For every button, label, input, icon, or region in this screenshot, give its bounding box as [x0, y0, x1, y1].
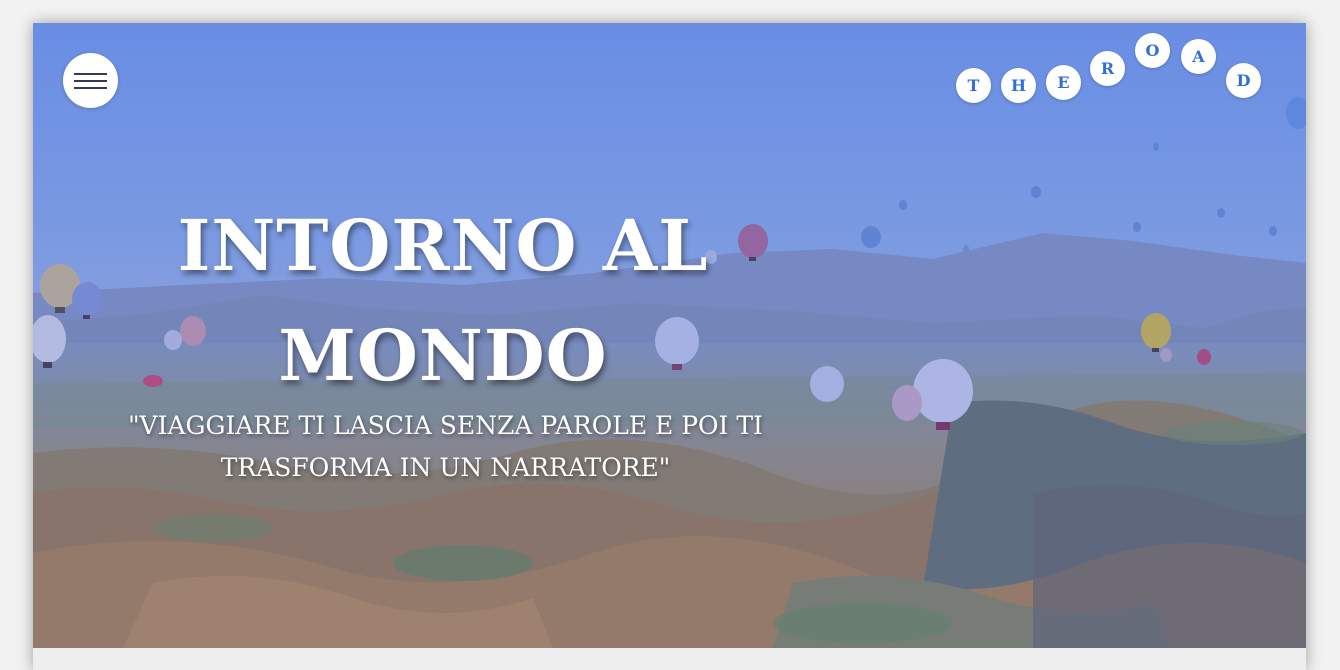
- logo-letter: R: [1090, 51, 1125, 86]
- page-frame: T H E R O A D INTORNO AL MONDO "VIAGGIAR…: [33, 23, 1306, 670]
- logo-letter: O: [1135, 33, 1170, 68]
- hero-quote: "VIAGGIARE TI LASCIA SENZA PAROLE E POI …: [128, 411, 763, 482]
- hero-section: T H E R O A D INTORNO AL MONDO "VIAGGIAR…: [33, 23, 1306, 648]
- logo-letter: H: [1001, 68, 1036, 103]
- logo-letter: E: [1046, 65, 1081, 100]
- logo-letter: D: [1226, 63, 1261, 98]
- hamburger-menu-icon: [74, 87, 107, 89]
- logo-letter: A: [1181, 39, 1216, 74]
- logo-letter: T: [956, 68, 991, 103]
- hero-title: INTORNO AL MONDO: [177, 204, 709, 397]
- menu-button[interactable]: [63, 53, 118, 108]
- content-section: [33, 648, 1306, 670]
- hamburger-menu-icon: [74, 73, 107, 75]
- hamburger-menu-icon: [74, 80, 107, 82]
